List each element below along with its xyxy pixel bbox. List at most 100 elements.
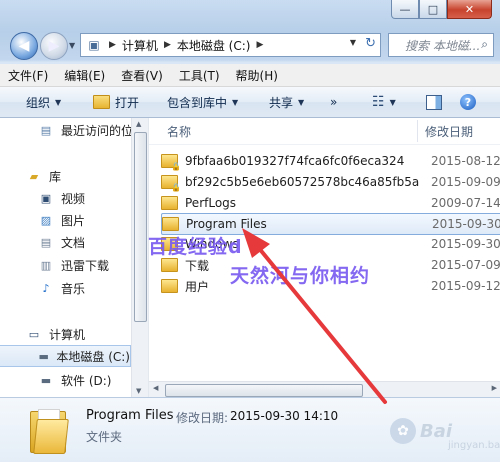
sidebar-scrollbar[interactable]: ▲ ▼ <box>131 118 148 397</box>
command-bar: 组织 ▼ 打开 包含到库中 ▼ 共享 ▼ » ☷ ▼ ? <box>0 87 500 118</box>
open-button[interactable]: 打开 <box>93 94 139 111</box>
horizontal-scroll-thumb[interactable] <box>165 384 363 397</box>
explorer-window: — □ ✕ ◀ ▶ ▼ ▣ ▶ 计算机 ▶ 本地磁盘 (C:) ▶ ▼ ↻ 搜索… <box>0 0 500 462</box>
breadcrumb-separator-icon[interactable]: ▶ <box>164 40 171 50</box>
open-folder-icon <box>93 95 110 109</box>
sidebar-item-label: 本地磁盘 (C:) <box>56 349 130 364</box>
organize-button[interactable]: 组织 ▼ <box>26 94 61 111</box>
recent-pages-dropdown-icon[interactable]: ▼ <box>69 41 75 50</box>
share-button[interactable]: 共享 ▼ <box>269 94 304 111</box>
sidebar-item-label: 图片 <box>61 213 86 228</box>
column-date-header[interactable]: 修改日期 <box>425 123 473 140</box>
include-in-library-label: 包含到库中 <box>167 95 228 110</box>
organize-label: 组织 <box>26 95 51 110</box>
navigation-pane: ▤ 最近访问的位 ▰ 库 ▣ 视频 ▨ 图片 ▤ 文档 ▥ 迅雷下载 ♪ 音乐 ▭ 计算机 ▬ 本… <box>0 118 148 397</box>
address-bar[interactable]: ▣ ▶ 计算机 ▶ 本地磁盘 (C:) ▶ ▼ ↻ <box>80 33 381 57</box>
address-history-chevron-down-icon[interactable]: ▼ <box>350 38 356 47</box>
list-item[interactable]: bf292c5b5e6eb60572578bc46a85fb5a 2015-09… <box>161 172 500 192</box>
sidebar-item-pictures[interactable]: ▨ 图片 <box>38 210 85 230</box>
sidebar-item-label: 音乐 <box>61 281 86 296</box>
library-icon: ▰ <box>29 169 39 183</box>
folder-icon <box>161 279 178 293</box>
file-date: 2009-07-14 <box>431 196 500 210</box>
sidebar-item-label: 迅雷下载 <box>61 258 110 273</box>
breadcrumb-separator-icon[interactable]: ▶ <box>256 40 263 50</box>
scroll-right-icon[interactable]: ▶ <box>492 384 497 392</box>
sidebar-item-thunder-downloads[interactable]: ▥ 迅雷下载 <box>38 255 109 275</box>
column-divider[interactable] <box>417 120 418 142</box>
open-label: 打开 <box>115 95 140 110</box>
sidebar-item-computer[interactable]: ▭ 计算机 <box>26 324 85 344</box>
locked-folder-icon <box>161 175 181 192</box>
large-folder-icon <box>30 407 69 454</box>
maximize-button[interactable]: □ <box>419 0 447 19</box>
watermark-subtext: jingyan.baidu.com <box>448 440 500 451</box>
sidebar-item-libraries[interactable]: ▰ 库 <box>26 166 61 186</box>
sidebar-item-music[interactable]: ♪ 音乐 <box>38 278 85 298</box>
include-in-library-button[interactable]: 包含到库中 ▼ <box>167 94 238 111</box>
list-item[interactable]: PerfLogs 2009-07-14 <box>161 193 500 213</box>
change-view-button[interactable]: ☷ ▼ <box>372 94 396 110</box>
search-input[interactable]: 搜索 本地磁... ⌕ <box>388 33 494 57</box>
breadcrumb-computer[interactable]: 计算机 <box>122 37 158 54</box>
sidebar-item-label: 库 <box>49 169 62 184</box>
forward-button[interactable]: ▶ <box>40 32 68 60</box>
close-button[interactable]: ✕ <box>447 0 492 19</box>
menu-help[interactable]: 帮助(H) <box>228 67 286 84</box>
minimize-button[interactable]: — <box>391 0 419 19</box>
chevron-down-icon: ▼ <box>232 97 239 107</box>
details-date-label: 修改日期: <box>176 411 229 425</box>
sidebar-item-drive-d[interactable]: ▬ 软件 (D:) <box>38 370 112 390</box>
baidu-paw-icon: ✿ <box>390 418 416 444</box>
window-caption-buttons: — □ ✕ <box>391 0 492 19</box>
menu-bar: 文件(F) 编辑(E) 查看(V) 工具(T) 帮助(H) <box>0 64 500 87</box>
menu-edit[interactable]: 编辑(E) <box>56 67 113 84</box>
back-button[interactable]: ◀ <box>10 32 38 60</box>
search-icon[interactable]: ⌕ <box>481 37 488 52</box>
sidebar-item-documents[interactable]: ▤ 文档 <box>38 232 85 252</box>
folder-icon <box>162 217 179 231</box>
file-date: 2015-08-12 <box>431 154 500 168</box>
annotation-text-2: 天然河与你相约 <box>230 265 371 287</box>
navigation-row: ◀ ▶ ▼ ▣ ▶ 计算机 ▶ 本地磁盘 (C:) ▶ ▼ ↻ 搜索 本地磁..… <box>8 28 494 64</box>
menu-file[interactable]: 文件(F) <box>0 67 56 84</box>
video-library-icon: ▣ <box>40 191 52 205</box>
preview-pane-button[interactable] <box>426 94 442 110</box>
folder-icon <box>161 196 178 210</box>
breadcrumb-drive-c[interactable]: 本地磁盘 (C:) <box>177 37 251 54</box>
scroll-down-icon[interactable]: ▼ <box>136 387 141 395</box>
sidebar-item-label: 计算机 <box>49 327 86 342</box>
column-header: 名称 修改日期 <box>149 118 500 145</box>
file-date: 2015-09-30 <box>432 217 500 231</box>
file-list-horizontal-scrollbar[interactable]: ◀ ▶ <box>149 381 500 397</box>
scroll-up-icon[interactable]: ▲ <box>136 120 141 128</box>
help-button[interactable]: ? <box>460 94 476 110</box>
sidebar-item-videos[interactable]: ▣ 视频 <box>38 188 85 208</box>
recent-places-icon: ▤ <box>40 123 52 137</box>
list-item[interactable]: 9fbfaa6b019327f74fca6fc0f6eca324 2015-08… <box>161 151 500 171</box>
sidebar-item-drive-c[interactable]: ▬ 本地磁盘 (C:) <box>0 345 131 367</box>
sidebar-scroll-thumb[interactable] <box>134 132 147 322</box>
file-date: 2015-07-09 <box>431 258 500 272</box>
view-list-icon: ☷ <box>372 94 385 110</box>
watermark-text: Bai <box>420 420 453 442</box>
refresh-icon[interactable]: ↻ <box>365 36 376 51</box>
scroll-left-icon[interactable]: ◀ <box>153 384 158 392</box>
music-library-icon: ♪ <box>42 281 50 295</box>
breadcrumb-separator-icon[interactable]: ▶ <box>109 40 116 50</box>
annotation-text-1: 百度经验d <box>148 236 243 258</box>
sidebar-item-label: 软件 (D:) <box>61 373 112 388</box>
pictures-library-icon: ▨ <box>40 213 52 227</box>
details-item-name: Program Files <box>86 408 174 423</box>
more-commands-button[interactable]: » <box>330 95 337 109</box>
sidebar-item-recent-places[interactable]: ▤ 最近访问的位 <box>38 120 133 140</box>
locked-folder-icon <box>161 154 181 171</box>
menu-tools[interactable]: 工具(T) <box>171 67 228 84</box>
drive-c-icon: ▬ <box>38 349 49 363</box>
baidu-watermark: ✿ Bai jingyan.baidu.com <box>390 418 500 451</box>
menu-view[interactable]: 查看(V) <box>113 67 171 84</box>
file-name: Program Files <box>186 217 267 231</box>
column-name-header[interactable]: 名称 <box>167 123 191 140</box>
file-name: PerfLogs <box>185 196 237 210</box>
file-date: 2015-09-30 <box>431 237 500 251</box>
